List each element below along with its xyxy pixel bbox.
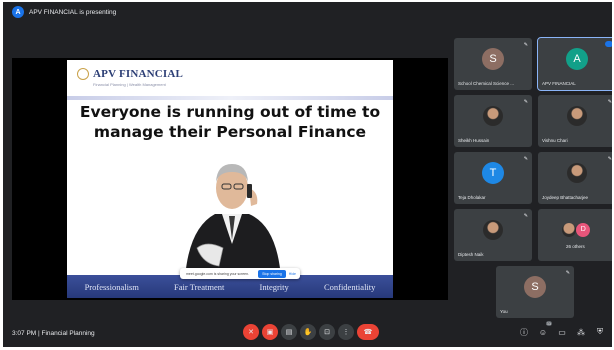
- logo-emblem-icon: [77, 68, 89, 80]
- present-button[interactable]: ⊡: [319, 324, 335, 340]
- participant-name: School Chemical Science ...: [458, 81, 515, 86]
- participant-avatar: T: [482, 161, 504, 184]
- activities-icon: ⁂: [577, 327, 585, 337]
- participant-name: Vishnu Chari: [542, 138, 568, 143]
- participant-avatar: D: [576, 222, 591, 237]
- self-avatar: S: [524, 275, 546, 298]
- screen-share-notice: meet.google.com is sharing your screen. …: [180, 268, 300, 279]
- value-item: Integrity: [259, 281, 289, 292]
- participant-photo: [567, 162, 587, 183]
- phone-hangup-icon: ☎: [363, 329, 373, 336]
- mic-off-icon: ✎: [565, 270, 570, 276]
- mic-off-icon: ✎: [607, 99, 612, 105]
- mic-off-icon: ✎: [523, 156, 528, 162]
- share-notice-text: meet.google.com is sharing your screen.: [186, 271, 250, 276]
- people-button[interactable]: ☺ 33: [537, 321, 552, 338]
- hide-button[interactable]: Hide: [289, 272, 296, 276]
- logo-name: APV FINANCIAL: [93, 68, 184, 80]
- participant-name: APV FINANCIAL: [542, 81, 576, 86]
- participant-avatar: S: [482, 47, 504, 70]
- presenting-label: APV FINANCIAL is presenting: [29, 8, 117, 16]
- captions-button[interactable]: ▤: [281, 324, 297, 340]
- mic-off-icon: ✎: [607, 156, 612, 162]
- mic-off-icon: ✕: [248, 329, 254, 336]
- shield-icon: ⛨: [597, 327, 603, 336]
- participant-photo: [562, 222, 577, 237]
- value-item: Professionalism: [84, 281, 139, 292]
- mic-off-icon: ✎: [523, 213, 528, 219]
- slide: APV FINANCIAL Financial Planning | Wealt…: [67, 60, 393, 298]
- others-tile[interactable]: D 26 others: [538, 209, 612, 261]
- logo-tagline: Financial Planning | Wealth Management: [93, 82, 166, 87]
- side-panel-buttons: ⓘ ☺ 33 ▭ ⁂ ⛨: [518, 321, 606, 338]
- mic-off-icon: ✎: [523, 99, 528, 105]
- present-screen-icon: ⊡: [324, 329, 330, 336]
- info-icon: ⓘ: [520, 327, 528, 337]
- participant-name: Sheikh Hussain: [458, 138, 490, 143]
- others-count: 26 others: [566, 244, 585, 249]
- participant-tile[interactable]: ✎ Diptesh Naik: [454, 209, 532, 261]
- participant-tile[interactable]: A APV FINANCIAL: [537, 37, 612, 91]
- mic-toggle-button[interactable]: ✕: [243, 324, 259, 340]
- host-controls-button[interactable]: ⛨: [594, 326, 606, 338]
- more-vert-icon: ⋮: [342, 329, 350, 336]
- participant-tile[interactable]: ✎ Joydeep Bhattacharjee: [538, 152, 612, 204]
- hand-icon: ✋: [303, 329, 313, 336]
- participant-name: Teja Dholakar: [458, 195, 486, 200]
- raise-hand-button[interactable]: ✋: [300, 324, 316, 340]
- self-tile[interactable]: S ✎ You: [496, 266, 574, 318]
- presentation-stage[interactable]: APV FINANCIAL Financial Planning | Wealt…: [12, 58, 448, 300]
- chat-button[interactable]: ▭: [556, 326, 568, 338]
- participant-tile[interactable]: ✎ Sheikh Hussain: [454, 95, 532, 147]
- participant-photo: [483, 105, 503, 126]
- camera-off-icon: ▣: [266, 329, 274, 336]
- call-controls: ✕ ▣ ▤ ✋ ⊡ ⋮ ☎: [243, 324, 379, 340]
- value-item: Fair Treatment: [174, 281, 225, 292]
- people-count-badge: 33: [545, 321, 552, 326]
- meeting-controls-bar: 3:07 PM | Financial Planning ✕ ▣ ▤ ✋ ⊡ ⋮…: [3, 320, 612, 347]
- captions-icon: ▤: [285, 329, 293, 336]
- activities-button[interactable]: ⁂: [575, 326, 587, 338]
- participant-avatar: A: [566, 47, 588, 70]
- mic-off-icon: ✎: [523, 42, 528, 48]
- businessman-on-phone-image: [185, 164, 281, 278]
- camera-toggle-button[interactable]: ▣: [262, 324, 278, 340]
- meeting-details-button[interactable]: ⓘ: [518, 326, 530, 338]
- participant-name: Joydeep Bhattacharjee: [542, 195, 589, 200]
- self-name: You: [500, 309, 508, 314]
- presenting-banner: A APV FINANCIAL is presenting: [3, 2, 612, 22]
- participant-photo: [567, 105, 587, 126]
- leave-call-button[interactable]: ☎: [357, 324, 379, 340]
- value-item: Confidentiality: [323, 281, 376, 292]
- company-logo: APV FINANCIAL: [77, 68, 183, 80]
- participant-tile[interactable]: S ✎ School Chemical Science ...: [454, 38, 532, 90]
- participant-tile[interactable]: T ✎ Teja Dholakar: [454, 152, 532, 204]
- meet-window: A APV FINANCIAL is presenting APV FINANC…: [3, 2, 612, 347]
- presenter-avatar: A: [12, 6, 24, 18]
- stop-sharing-button[interactable]: Stop sharing: [258, 269, 286, 278]
- people-icon: ☺: [538, 327, 548, 337]
- slide-divider: [67, 96, 393, 100]
- participant-photo: [483, 219, 503, 240]
- more-options-button[interactable]: ⋮: [338, 324, 354, 340]
- speaking-indicator-icon: [605, 41, 612, 47]
- meeting-time-title: 3:07 PM | Financial Planning: [12, 330, 95, 337]
- chat-icon: ▭: [558, 327, 566, 337]
- participant-tile[interactable]: ✎ Vishnu Chari: [538, 95, 612, 147]
- slide-title: Everyone is running out of time to manag…: [79, 103, 381, 141]
- participant-name: Diptesh Naik: [458, 252, 484, 257]
